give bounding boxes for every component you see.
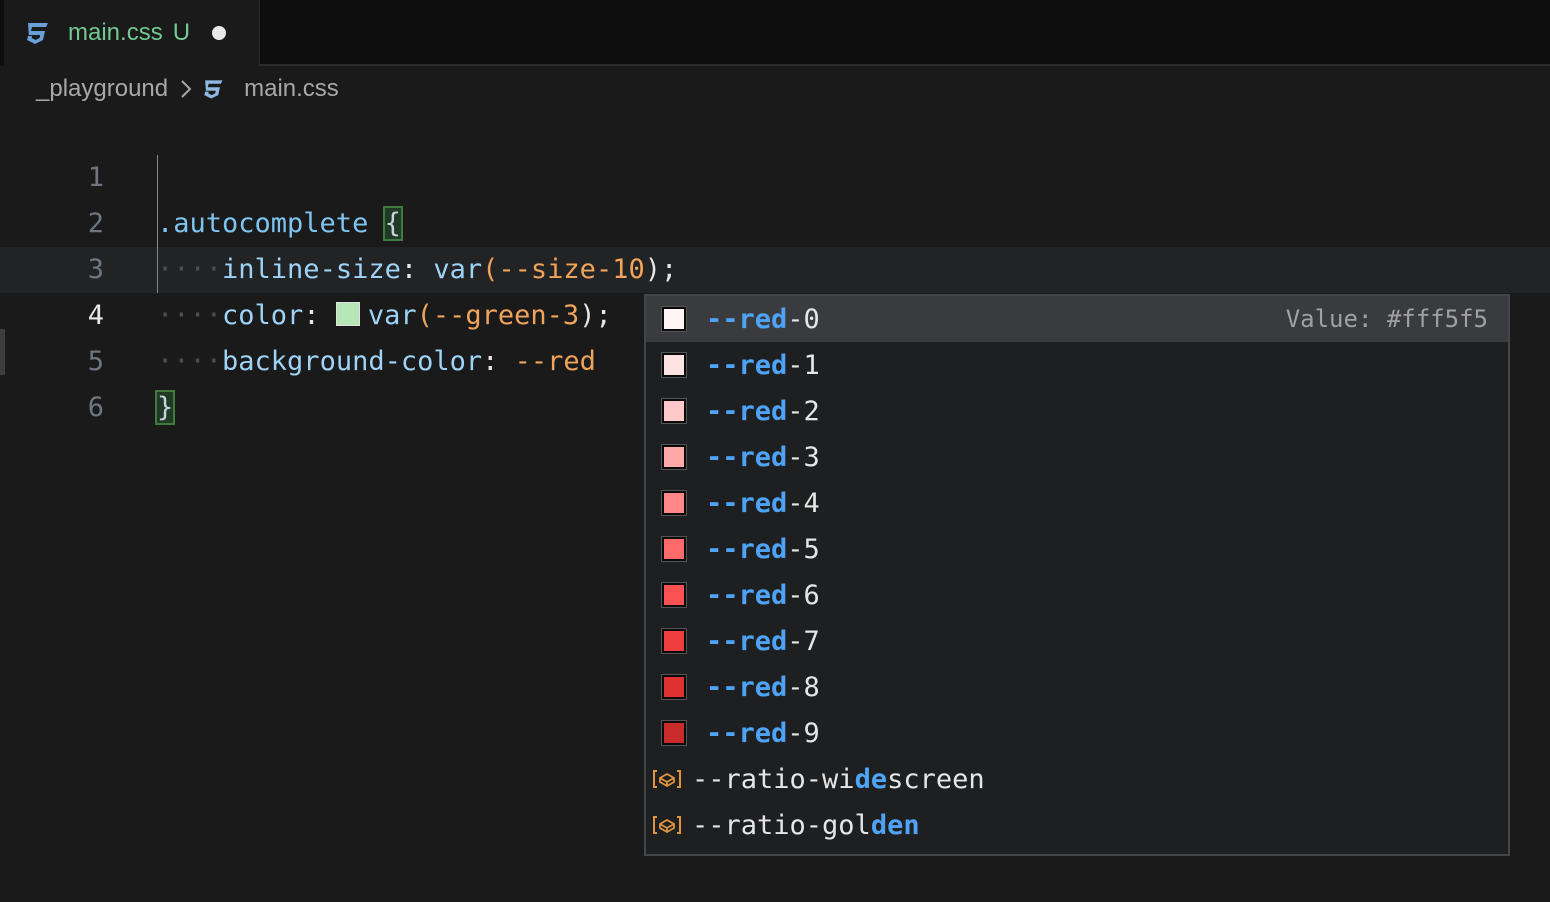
label-prefix: -- — [706, 625, 739, 657]
suggestion-item[interactable]: --red-3 — [646, 434, 1508, 480]
suggestion-label: --red-5 — [706, 534, 820, 565]
code-line-active[interactable]: 4 ····background-color: --red — [0, 247, 1550, 377]
breadcrumb-folder[interactable]: _playground — [36, 75, 168, 103]
label-prefix: -- — [706, 579, 739, 611]
label-match: red — [738, 671, 788, 703]
label-match: red — [738, 349, 788, 381]
color-swatch-icon — [662, 307, 686, 331]
label-suffix: -5 — [787, 533, 820, 565]
suggestion-item[interactable]: --red-7 — [646, 618, 1508, 664]
tab-label: main.css — [68, 19, 163, 46]
code-line[interactable]: 2 ····inline-size: var(--size-10); — [0, 155, 1550, 285]
suggestion-label: --red-4 — [706, 488, 820, 519]
color-swatch-icon — [662, 629, 686, 653]
suggestion-item[interactable]: --red-5 — [646, 526, 1508, 572]
label-suffix: -2 — [787, 395, 820, 427]
label-prefix: -- — [706, 717, 739, 749]
label-prefix: -- — [706, 395, 739, 427]
label-match: red — [738, 625, 788, 657]
label-suffix: -7 — [787, 625, 820, 657]
code-line[interactable]: 3 ····color: var(--green-3); — [0, 201, 1550, 331]
suggestion-widget: --red-0 Value: #fff5f5 --red-1 --red-2 --red… — [644, 294, 1510, 856]
suggestion-label: --red-2 — [706, 396, 820, 427]
suggestion-item[interactable]: --red-9 — [646, 710, 1508, 756]
color-swatch-icon — [662, 721, 686, 745]
label-match: red — [738, 533, 788, 565]
unsaved-dot-icon[interactable] — [212, 26, 227, 40]
label-prefix: -- — [706, 303, 739, 335]
color-swatch-icon — [662, 399, 686, 423]
label-match: de — [854, 763, 888, 795]
label-prefix: -- — [706, 441, 739, 473]
label-suffix: -8 — [787, 671, 820, 703]
suggestion-label: --red-7 — [706, 626, 820, 657]
line-number: 6 — [87, 392, 104, 423]
variable-icon — [653, 770, 681, 788]
chevron-right-icon — [181, 80, 192, 98]
label-match: red — [738, 579, 788, 611]
label-prefix: --ratio-wi — [692, 763, 855, 795]
suggestion-item[interactable]: --ratio-golden — [646, 802, 1508, 848]
label-match: red — [738, 717, 788, 749]
color-swatch-icon — [662, 491, 686, 515]
label-suffix: screen — [887, 763, 985, 795]
code-line[interactable]: 1 .autocomplete { — [0, 109, 1550, 241]
label-prefix: --ratio-gol — [692, 809, 871, 841]
label-match: red — [738, 303, 788, 335]
color-swatch-icon — [662, 583, 686, 607]
label-suffix: -3 — [787, 441, 820, 473]
suggestion-label: --red-6 — [706, 580, 820, 611]
label-prefix: -- — [706, 533, 739, 565]
breadcrumb-file[interactable]: main.css — [244, 75, 339, 103]
label-suffix: -6 — [787, 579, 820, 611]
suggestion-label: --red-0 — [706, 304, 820, 335]
suggestion-label: --red-3 — [706, 442, 820, 473]
variable-icon — [653, 816, 681, 834]
color-swatch-icon — [662, 445, 686, 469]
color-swatch-icon — [662, 537, 686, 561]
label-match: red — [738, 487, 788, 519]
label-prefix: -- — [706, 487, 739, 519]
label-match: den — [870, 809, 920, 841]
suggestion-item[interactable]: --red-0 Value: #fff5f5 — [646, 296, 1508, 342]
color-swatch-icon — [662, 353, 686, 377]
label-prefix: -- — [706, 349, 739, 381]
suggestion-label: --red-1 — [706, 350, 820, 381]
tab-bar-border — [258, 64, 1550, 66]
suggestion-item[interactable]: --red-6 — [646, 572, 1508, 618]
tab-main-css[interactable]: main.css U — [4, 0, 260, 66]
suggestion-detail: Value: #fff5f5 — [1285, 305, 1488, 333]
suggestion-label: --ratio-widescreen — [692, 764, 985, 795]
suggestion-item[interactable]: --red-4 — [646, 480, 1508, 526]
label-match: red — [738, 395, 788, 427]
label-match: red — [738, 441, 788, 473]
code-content: } — [154, 385, 176, 431]
suggestion-label: --red-9 — [706, 718, 820, 749]
label-suffix: -4 — [787, 487, 820, 519]
breadcrumb: _playground main.css — [36, 70, 339, 108]
tab-bar: main.css U — [0, 0, 1550, 66]
label-prefix: -- — [706, 671, 739, 703]
git-status-badge: U — [172, 19, 191, 46]
suggestion-label: --red-8 — [706, 672, 820, 703]
suggestion-item[interactable]: --ratio-widescreen — [646, 756, 1508, 802]
color-swatch-icon — [662, 675, 686, 699]
label-suffix: -0 — [787, 303, 820, 335]
suggestion-item[interactable]: --red-2 — [646, 388, 1508, 434]
label-suffix: -1 — [787, 349, 820, 381]
suggestion-item[interactable]: --red-1 — [646, 342, 1508, 388]
label-suffix: -9 — [787, 717, 820, 749]
suggestion-item[interactable]: --red-8 — [646, 664, 1508, 710]
css3-icon — [204, 80, 223, 99]
css3-icon — [27, 23, 48, 44]
suggestion-label: --ratio-golden — [692, 810, 920, 841]
matching-brace: } — [154, 390, 176, 425]
